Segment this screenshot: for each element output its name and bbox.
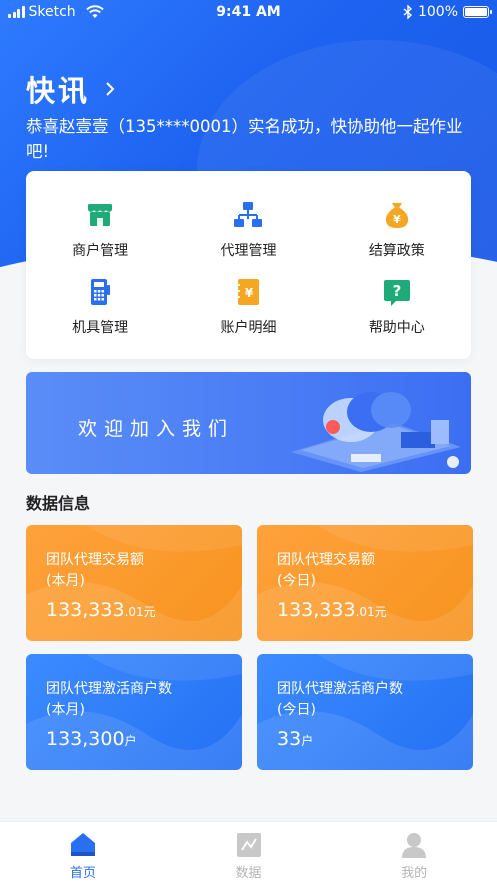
stat-label: 团队代理交易额 <box>277 552 375 568</box>
menu-label: 机具管理 <box>72 319 129 336</box>
stat-label: 团队代理激活商户数 <box>277 681 403 697</box>
stat-period: (本月) <box>46 573 85 589</box>
help-icon: ? <box>383 279 410 306</box>
tab-label: 我的 <box>401 866 428 881</box>
stat-period: (本月) <box>46 702 85 718</box>
stat-value: 33户 <box>277 728 314 750</box>
stat-card-team-volume-month[interactable]: 团队代理交易额 (本月) 133,333.01元 <box>26 525 242 641</box>
menu-item-merchant[interactable]: 商户管理 <box>26 191 174 268</box>
data-section-title: 数据信息 <box>26 494 91 513</box>
stat-period: (今日) <box>277 573 316 589</box>
banner-text: 欢迎加入我们 <box>78 418 235 440</box>
menu-item-device[interactable]: 机具管理 <box>26 268 174 345</box>
svg-text:?: ? <box>392 282 401 300</box>
home-icon <box>70 833 95 856</box>
stat-label: 团队代理交易额 <box>46 552 144 568</box>
menu-label: 账户明细 <box>220 319 277 336</box>
stat-card-activated-merchants-month[interactable]: 团队代理激活商户数 (本月) 133,300户 <box>26 654 242 770</box>
news-header-link[interactable]: 快讯 <box>26 68 116 110</box>
stat-card-activated-merchants-today[interactable]: 团队代理激活商户数 (今日) 33户 <box>257 654 473 770</box>
org-chart-icon <box>234 201 263 227</box>
menu-label: 帮助中心 <box>368 319 425 336</box>
stat-period: (今日) <box>277 702 316 718</box>
battery-percent: 100% <box>417 4 458 20</box>
store-icon <box>87 203 113 226</box>
stat-value: 133,333.01元 <box>46 599 156 621</box>
page-title: 快讯 <box>26 74 91 108</box>
menu-label: 代理管理 <box>220 242 277 259</box>
menu-label: 商户管理 <box>72 242 129 259</box>
ledger-icon: ¥ <box>236 278 260 305</box>
menu-card: 商户管理 代理管理 ¥ 结算政策 机具管理 ¥ 账户明细 ? 帮助中心 <box>26 171 471 359</box>
status-bar: Sketch 9:41 AM 100% <box>0 0 497 26</box>
pos-terminal-icon <box>91 278 111 305</box>
bluetooth-icon <box>403 5 412 19</box>
stat-card-team-volume-today[interactable]: 团队代理交易额 (今日) 133,333.01元 <box>257 525 473 641</box>
profile-icon <box>402 833 427 858</box>
stat-value: 133,333.01元 <box>277 599 387 621</box>
svg-text:¥: ¥ <box>393 213 401 226</box>
chevron-right-icon <box>106 82 115 96</box>
join-us-banner[interactable]: 欢迎加入我们 <box>26 372 471 474</box>
tab-data[interactable]: 数据 <box>166 822 332 883</box>
battery-icon <box>463 6 492 18</box>
menu-item-help[interactable]: ? 帮助中心 <box>323 268 471 345</box>
menu-label: 结算政策 <box>368 242 425 259</box>
stat-value: 133,300户 <box>46 728 137 750</box>
chart-icon <box>236 833 261 857</box>
stat-label: 团队代理激活商户数 <box>46 681 172 697</box>
tab-bar: 首页 数据 我的 <box>0 821 497 883</box>
tab-label: 数据 <box>235 866 262 881</box>
menu-item-account[interactable]: ¥ 账户明细 <box>174 268 322 345</box>
tab-profile[interactable]: 我的 <box>331 822 497 883</box>
banner-illustration <box>291 392 461 472</box>
money-bag-icon: ¥ <box>385 202 408 228</box>
menu-item-settlement[interactable]: ¥ 结算政策 <box>323 191 471 268</box>
tab-home[interactable]: 首页 <box>0 822 166 883</box>
menu-item-agent[interactable]: 代理管理 <box>174 191 322 268</box>
svg-text:¥: ¥ <box>245 286 254 300</box>
tab-label: 首页 <box>69 866 96 881</box>
news-notice: 恭喜赵壹壹（135****0001）实名成功，快协助他一起作业吧! <box>26 117 463 161</box>
